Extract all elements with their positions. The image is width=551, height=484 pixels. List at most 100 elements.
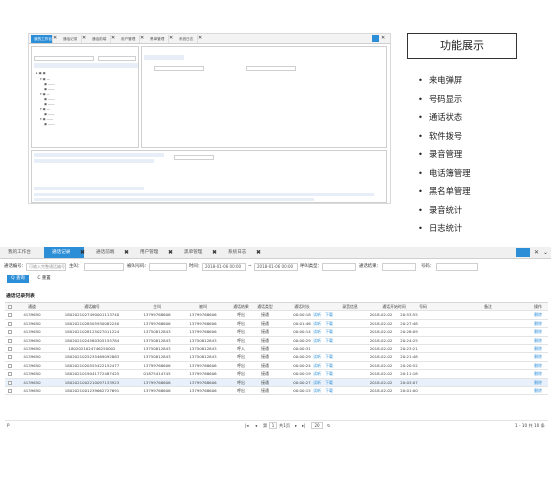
tab-close-icon[interactable]: ✖: [124, 247, 129, 258]
time-end-input[interactable]: 2018-01-06 00:00: [254, 263, 298, 271]
type-select[interactable]: [322, 263, 356, 271]
row-action-link[interactable]: 删除: [529, 311, 547, 319]
pager-page-input[interactable]: 1: [269, 422, 277, 429]
table-row[interactable]: 4139650 1802021019041772487425 01875414745…: [5, 370, 548, 379]
called-number-input[interactable]: [149, 263, 187, 271]
row-action-link[interactable]: 删除: [529, 370, 547, 378]
table-row[interactable]: 4139650 1802021024580305155784 13750812843…: [5, 337, 548, 345]
mini-tab-logs[interactable]: 系统日志: [176, 35, 198, 43]
row-action-link[interactable]: 删除: [529, 387, 547, 395]
mini-detail-field[interactable]: [154, 66, 204, 71]
pager-next-icon[interactable]: ▸: [295, 422, 297, 429]
mini-tab-blacklist[interactable]: 黑单管理: [147, 35, 169, 43]
table-row[interactable]: 4139650 1802021025235469092883 13750812843…: [5, 353, 548, 362]
phone-input[interactable]: [436, 263, 478, 271]
mini-notes-button[interactable]: [174, 155, 214, 160]
tab-logs[interactable]: 系统日志: [220, 247, 260, 258]
main-number-input[interactable]: [84, 263, 124, 271]
row-checkbox[interactable]: [8, 355, 12, 360]
row-action-link[interactable]: 删除: [529, 362, 547, 370]
row-checkbox[interactable]: [8, 380, 12, 385]
chevron-down-icon[interactable]: ⌄: [543, 248, 548, 257]
mini-tab-users[interactable]: 用户管理: [118, 35, 140, 43]
row-action-link[interactable]: 下载: [321, 387, 337, 395]
mini-filter-input[interactable]: [98, 56, 136, 61]
row-action-link[interactable]: [321, 345, 337, 353]
pager-size-select[interactable]: 20: [311, 422, 323, 429]
row-checkbox[interactable]: [8, 321, 12, 326]
mini-tab-close-icon[interactable]: ✕: [82, 35, 88, 42]
row-checkbox[interactable]: [8, 338, 12, 343]
row-action-link[interactable]: 下载: [321, 362, 337, 370]
row-action-link[interactable]: 删除: [529, 379, 547, 387]
table-row[interactable]: 4139650 1802021024746250002 13750812843 137…: [5, 345, 548, 354]
mini-tab-frontend[interactable]: 通话前端: [89, 35, 111, 43]
row-action-link[interactable]: 下载: [321, 311, 337, 319]
mini-detail-field[interactable]: [246, 66, 296, 71]
table-row[interactable]: 4139650 1802021002210097133923 13799768606…: [5, 378, 548, 387]
tab-frontend[interactable]: 通话前端: [88, 247, 128, 258]
pager-first-icon[interactable]: |◂: [245, 422, 249, 429]
row-checkbox[interactable]: [8, 313, 12, 318]
mini-tree-item[interactable]: ▾ ▣ ——: [40, 117, 100, 121]
mini-menu-icon[interactable]: [372, 35, 379, 42]
mini-tree-item[interactable]: ▣ ——: [44, 122, 104, 126]
tab-blacklist[interactable]: 黑单管理: [176, 247, 216, 258]
table-row[interactable]: 4139650 1802021028505930082240 13799768606…: [5, 320, 548, 329]
mini-tree-item[interactable]: ▣ ——: [44, 97, 104, 101]
row-checkbox[interactable]: [8, 330, 12, 335]
call-id-input[interactable]: 可输入完整通话编号: [26, 263, 66, 271]
mini-tree-item[interactable]: ▾ ▣ —: [40, 77, 100, 81]
pager-refresh-icon[interactable]: ↻: [327, 422, 331, 429]
row-action-link[interactable]: 删除: [529, 328, 547, 336]
select-all-checkbox[interactable]: [8, 305, 12, 309]
tab-close-icon[interactable]: ✖: [256, 247, 261, 258]
row-action-link[interactable]: 下载: [321, 370, 337, 378]
row-action-link[interactable]: 下载: [321, 328, 337, 336]
tab-workbench[interactable]: 我的工作台: [0, 247, 48, 258]
mini-close-icon[interactable]: ✕: [381, 35, 387, 42]
row-checkbox[interactable]: [8, 346, 12, 351]
menu-grid-icon[interactable]: [516, 248, 530, 257]
table-row[interactable]: 4139650 1802021028125027011224 13750812843…: [5, 328, 548, 337]
mini-tab-close-icon[interactable]: ✕: [169, 35, 175, 42]
row-action-link[interactable]: 删除: [529, 353, 547, 361]
mini-tree-item[interactable]: ▣ ——: [44, 102, 104, 106]
row-checkbox[interactable]: [8, 363, 12, 368]
table-row[interactable]: 4139650 1802021001239662727691 13799768606…: [5, 387, 548, 396]
pager-last-icon[interactable]: ▸|: [302, 422, 306, 429]
row-action-link[interactable]: 下载: [321, 379, 337, 387]
mini-tab-workbench[interactable]: 我的工作台: [31, 35, 53, 43]
tab-close-icon[interactable]: ✖: [168, 247, 173, 258]
row-checkbox[interactable]: [8, 372, 12, 377]
row-action-link[interactable]: 下载: [321, 353, 337, 361]
result-select[interactable]: [382, 263, 416, 271]
mini-tree-item[interactable]: ▣ ——: [44, 87, 104, 91]
mini-tab-call-records[interactable]: 通话记录: [60, 35, 82, 43]
close-icon[interactable]: ✕: [534, 248, 539, 257]
mini-tree-item[interactable]: ▾ ▣ —: [40, 107, 100, 111]
mini-tree-item[interactable]: ▣ ——: [44, 82, 104, 86]
mini-search-input[interactable]: [34, 56, 94, 61]
table-row[interactable]: 4139650 1802021020555422152477 13799768606…: [5, 362, 548, 371]
tab-close-icon[interactable]: ✖: [212, 247, 217, 258]
mini-tree-item[interactable]: ▾ ▣ —: [40, 92, 100, 96]
time-start-input[interactable]: 2018-01-06 00:00: [202, 263, 246, 271]
pager-prev-icon[interactable]: ◂: [255, 422, 257, 429]
tab-call-records[interactable]: 通话记录: [44, 247, 84, 258]
table-row[interactable]: 4139650 1802021027490001113740 13799768606…: [5, 311, 548, 320]
row-action-link[interactable]: 删除: [529, 345, 547, 353]
row-action-link[interactable]: 删除: [529, 320, 547, 328]
tab-users[interactable]: 用户管理: [132, 247, 172, 258]
mini-tab-close-icon[interactable]: ✕: [53, 35, 59, 42]
mini-tab-close-icon[interactable]: ✕: [198, 35, 204, 42]
row-action-link[interactable]: 下载: [321, 337, 337, 345]
mini-tab-close-icon[interactable]: ✕: [140, 35, 146, 42]
row-checkbox[interactable]: [8, 388, 12, 393]
row-action-link[interactable]: 删除: [529, 337, 547, 345]
query-button[interactable]: Q 查询: [7, 275, 29, 283]
reset-button[interactable]: C 重置: [33, 275, 55, 283]
mini-tree-item[interactable]: ▣ ——: [44, 112, 104, 116]
mini-tab-close-icon[interactable]: ✕: [111, 35, 117, 42]
mini-tree-item[interactable]: ▸ ▣ ▣: [36, 71, 96, 75]
